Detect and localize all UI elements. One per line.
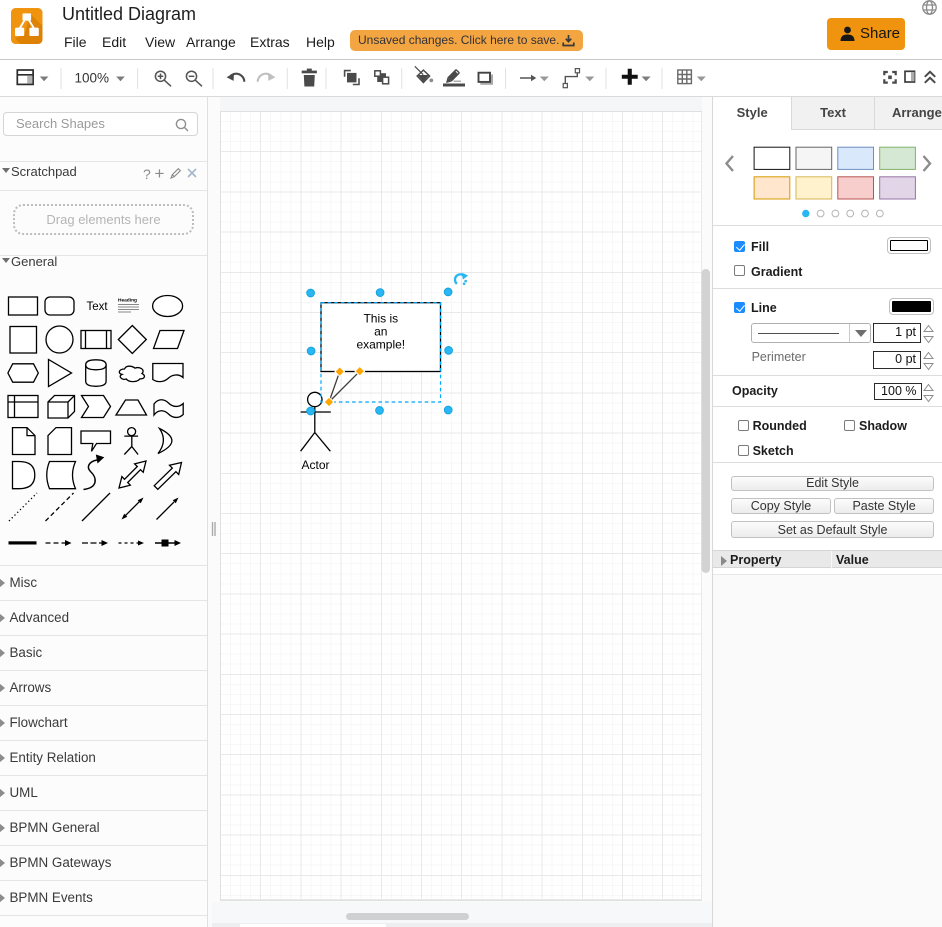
svg-text:Heading: Heading	[118, 298, 137, 304]
svg-text:Text: Text	[87, 301, 109, 313]
svg-text:an: an	[374, 325, 387, 339]
svg-text:100%: 100%	[75, 71, 110, 86]
svg-text:Actor: Actor	[301, 458, 329, 472]
svg-text:example!: example!	[356, 338, 405, 352]
svg-text:This is: This is	[363, 312, 398, 326]
